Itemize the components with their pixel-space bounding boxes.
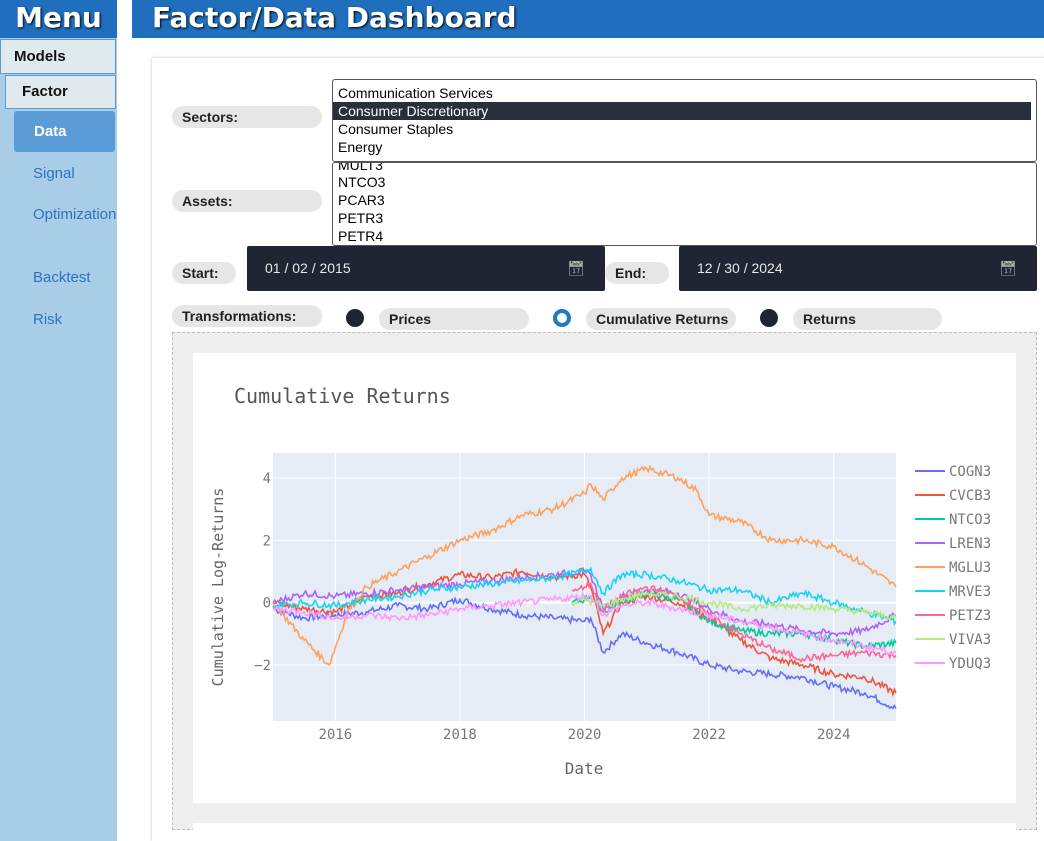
radio-cumulative-returns[interactable] bbox=[553, 309, 571, 327]
nav-signal[interactable]: Signal bbox=[33, 163, 103, 185]
start-date-value: 01 / 02 / 2015 bbox=[265, 260, 351, 276]
assets-label: Assets: bbox=[172, 190, 322, 212]
calendar-icon[interactable]: 📅︎ bbox=[999, 246, 1017, 291]
legend-label[interactable]: VIVA3 bbox=[949, 632, 991, 648]
sector-option[interactable]: Communication Services bbox=[333, 84, 1031, 102]
legend-label[interactable]: COGN3 bbox=[949, 464, 991, 480]
asset-option[interactable]: PCAR3 bbox=[333, 191, 1031, 209]
nav-backtest[interactable]: Backtest bbox=[33, 267, 103, 289]
radio-returns-label[interactable]: Returns bbox=[793, 308, 942, 330]
y-tick-label: 4 bbox=[263, 471, 271, 487]
legend[interactable]: COGN3 CVCB3 NTCO3 LREN3 MGLU3 MRVE3 PETZ3 VIVA3… bbox=[915, 464, 991, 672]
asset-option[interactable]: NTCO3 bbox=[333, 173, 1031, 191]
y-tick-label: 2 bbox=[263, 533, 271, 549]
x-axis-label: Date bbox=[565, 759, 604, 778]
sector-option-selected[interactable]: Consumer Discretionary bbox=[333, 102, 1031, 120]
asset-option[interactable]: PETR4 bbox=[333, 227, 1031, 245]
end-label: End: bbox=[605, 262, 669, 284]
cumulative-returns-chart[interactable]: 2016 2018 2020 2022 2024 −2 0 2 4 Cumulative Ret… bbox=[193, 353, 1016, 803]
radio-prices[interactable] bbox=[346, 309, 364, 327]
asset-option[interactable]: PETR3 bbox=[333, 209, 1031, 227]
sectors-listbox[interactable]: Communication Services Consumer Discreti… bbox=[332, 79, 1037, 162]
nav-factor[interactable]: Factor bbox=[5, 75, 116, 109]
sidebar: Menu Models Factor Data Signal Optimizat… bbox=[0, 0, 117, 841]
asset-option-partial[interactable]: MULT3 bbox=[333, 163, 1031, 173]
x-tick-label: 2020 bbox=[568, 727, 602, 743]
radio-prices-label[interactable]: Prices bbox=[379, 308, 529, 330]
sectors-label: Sectors: bbox=[172, 106, 322, 128]
start-date-input[interactable]: 01 / 02 / 2015 📅︎ bbox=[247, 246, 605, 291]
legend-label[interactable]: MGLU3 bbox=[949, 560, 991, 576]
y-axis-label: Cumulative Log-Returns bbox=[209, 488, 227, 687]
x-tick-label: 2024 bbox=[817, 727, 851, 743]
transformations-label: Transformations: bbox=[172, 305, 322, 327]
menu-title: Menu bbox=[0, 0, 117, 38]
legend-label[interactable]: MRVE3 bbox=[949, 584, 991, 600]
legend-label[interactable]: YDUQ3 bbox=[949, 656, 991, 672]
page-title: Factor/Data Dashboard bbox=[152, 1, 517, 34]
end-date-input[interactable]: 12 / 30 / 2024 📅︎ bbox=[679, 246, 1037, 291]
nav-optimization[interactable]: Optimization bbox=[33, 204, 116, 226]
end-date-value: 12 / 30 / 2024 bbox=[697, 260, 783, 276]
radio-cumulative-returns-label[interactable]: Cumulative Returns bbox=[586, 308, 736, 330]
calendar-icon[interactable]: 📅︎ bbox=[567, 246, 585, 291]
assets-listbox[interactable]: MULT3 NTCO3 PCAR3 PETR3 PETR4 bbox=[332, 162, 1037, 246]
chart-title: Cumulative Returns bbox=[234, 384, 451, 408]
nav-risk[interactable]: Risk bbox=[33, 309, 103, 331]
x-tick-label: 2016 bbox=[318, 727, 352, 743]
chart-card: 2016 2018 2020 2022 2024 −2 0 2 4 Cumulative Ret… bbox=[193, 353, 1016, 803]
sector-option[interactable]: Energy bbox=[333, 138, 1031, 156]
legend-label[interactable]: NTCO3 bbox=[949, 512, 991, 528]
second-chart-card bbox=[193, 823, 1016, 841]
legend-label[interactable]: PETZ3 bbox=[949, 608, 991, 624]
legend-label[interactable]: LREN3 bbox=[949, 536, 991, 552]
nav-models[interactable]: Models bbox=[0, 39, 116, 74]
header-bar: Factor/Data Dashboard bbox=[132, 0, 1044, 38]
radio-returns[interactable] bbox=[760, 309, 778, 327]
x-tick-label: 2022 bbox=[692, 727, 726, 743]
nav-data[interactable]: Data bbox=[14, 111, 115, 152]
gutter bbox=[117, 0, 132, 841]
start-label: Start: bbox=[172, 262, 236, 284]
x-tick-label: 2018 bbox=[443, 727, 477, 743]
legend-label[interactable]: CVCB3 bbox=[949, 488, 991, 504]
y-tick-label: 0 bbox=[263, 596, 271, 612]
y-tick-label: −2 bbox=[254, 658, 271, 674]
sector-option[interactable]: Consumer Staples bbox=[333, 120, 1031, 138]
